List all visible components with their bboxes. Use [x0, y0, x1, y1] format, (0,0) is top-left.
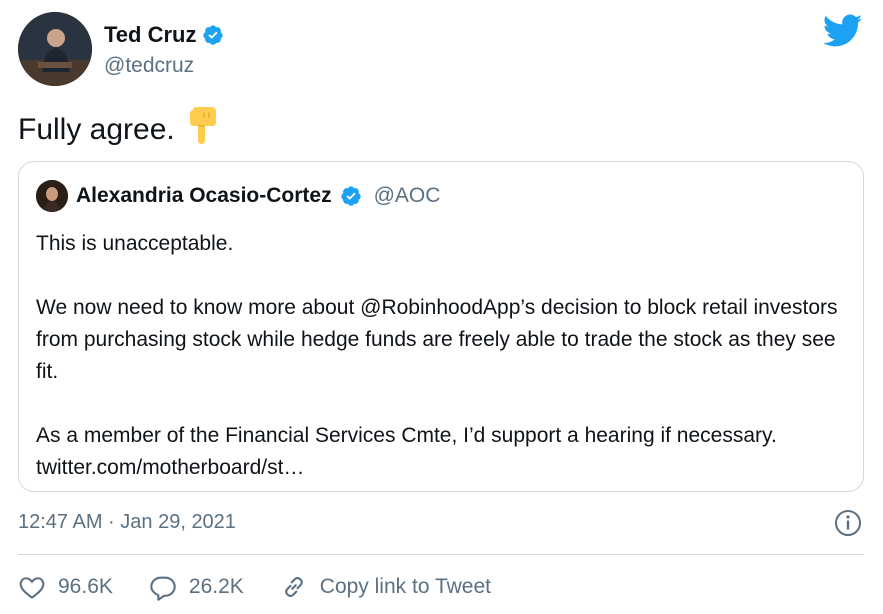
reply-bubble-icon	[150, 576, 176, 601]
quoted-tweet-paragraph: We now need to know more about @Robinhoo…	[36, 296, 838, 383]
author-avatar[interactable]	[18, 12, 92, 86]
author-display-name[interactable]: Ted Cruz	[104, 22, 196, 48]
quoted-tweet-paragraph: This is unacceptable.	[36, 232, 234, 255]
tweet-text: Fully agree.	[18, 106, 219, 154]
copy-link-label: Copy link to Tweet	[319, 575, 491, 598]
quoted-tweet-paragraph: As a member of the Financial Services Cm…	[36, 424, 777, 479]
tweet-card: Ted Cruz @tedcruz Fully agree. Alexandri…	[0, 0, 883, 614]
pointing-down-emoji	[185, 106, 219, 154]
tweet-text-content: Fully agree.	[18, 113, 175, 146]
reply-button[interactable]: 26.2K	[149, 573, 244, 601]
copy-link-button[interactable]: Copy link to Tweet	[280, 573, 491, 601]
quoted-tweet-header: Alexandria Ocasio-Cortez @AOC	[36, 180, 440, 212]
avatar-photo	[18, 12, 92, 86]
verified-badge-icon	[203, 25, 224, 45]
quoted-tweet[interactable]: Alexandria Ocasio-Cortez @AOC This is un…	[18, 161, 864, 492]
tweet-actions: 96.6K 26.2K Copy link to Tweet	[18, 573, 527, 601]
quoted-tweet-body: This is unacceptable. We now need to kno…	[36, 228, 846, 484]
info-icon[interactable]	[833, 508, 863, 538]
quoted-author-avatar	[36, 180, 68, 212]
author-handle[interactable]: @tedcruz	[104, 54, 194, 78]
quoted-author-name: Alexandria Ocasio-Cortez	[76, 184, 332, 207]
author-name-row[interactable]: Ted Cruz	[104, 22, 224, 48]
twitter-bird-icon[interactable]	[823, 14, 863, 48]
link-icon	[284, 576, 303, 598]
like-count: 96.6K	[58, 575, 113, 598]
tweet-timestamp[interactable]: 12:47 AM · Jan 29, 2021	[18, 511, 236, 534]
verified-badge-icon	[340, 186, 361, 206]
divider	[18, 554, 864, 555]
quoted-author-handle: @AOC	[373, 184, 441, 207]
reply-count: 26.2K	[188, 575, 244, 598]
heart-icon	[19, 577, 45, 599]
like-button[interactable]: 96.6K	[18, 573, 113, 601]
